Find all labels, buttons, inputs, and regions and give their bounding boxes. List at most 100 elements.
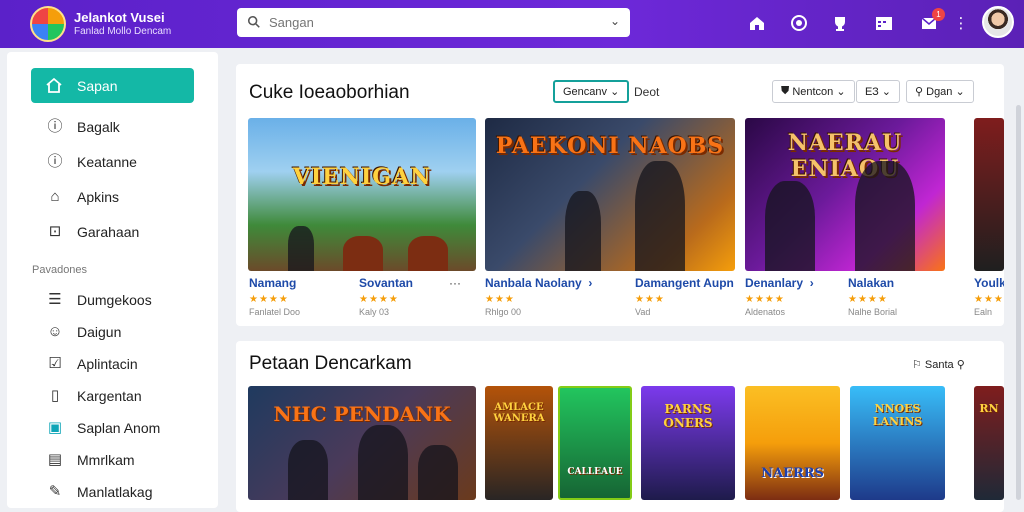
game-art-title: PAEKONI NAOBS bbox=[495, 133, 725, 160]
sidebar-item-2[interactable]: ⓘ Keatanne bbox=[31, 149, 206, 175]
game-art-title: NNOES LANINS bbox=[872, 401, 923, 428]
game-name[interactable]: Namang bbox=[249, 276, 300, 290]
game-subtitle: Aldenatos bbox=[745, 307, 786, 317]
bookmark-icon: ▯ bbox=[50, 387, 60, 404]
game-card-11[interactable]: RN bbox=[974, 386, 1004, 500]
more-dots[interactable]: ··· bbox=[449, 276, 461, 290]
chip-label: ЕЗ bbox=[865, 85, 879, 98]
game-name[interactable]: Nanbala Naolany › bbox=[485, 276, 592, 290]
section-title: Cuke Ioeaoborhian bbox=[249, 82, 410, 103]
game-card-1[interactable]: VIENIGAN bbox=[248, 118, 476, 271]
game-figure bbox=[358, 425, 408, 500]
info-icon: ⓘ bbox=[47, 118, 63, 135]
sort-label[interactable]: Deot bbox=[634, 85, 659, 99]
filter-chip-2[interactable]: ЕЗ ⌄ bbox=[856, 80, 901, 103]
filter-chip-3[interactable]: ⚲ Dgan ⌄ bbox=[906, 80, 974, 103]
game-card-3[interactable]: NAERAU ENIAOU bbox=[745, 118, 945, 271]
game-meta: Nanbala Naolany › ★★★ Rhlgo 00 bbox=[485, 276, 592, 317]
doc-icon: ▤ bbox=[47, 451, 63, 468]
sidebar-item-label: Saplan Anom bbox=[77, 420, 161, 436]
sidebar-section-label: Pavadones bbox=[32, 264, 88, 276]
game-art-title: NAERRS bbox=[761, 465, 824, 481]
search-icon bbox=[247, 15, 260, 28]
game-name[interactable]: Nalakan bbox=[848, 276, 897, 290]
filter-dropdown[interactable]: Gencanv ⌄ bbox=[553, 80, 630, 103]
page-scrollbar[interactable] bbox=[1016, 105, 1021, 500]
trophy-icon[interactable] bbox=[829, 12, 851, 34]
chip-label: Dgan bbox=[926, 85, 953, 98]
game-card-5[interactable]: NHC PENDANK bbox=[248, 386, 476, 500]
sidebar-item-6[interactable]: ☺ Daigun bbox=[31, 319, 206, 345]
search-dropdown-icon[interactable]: ⌄ bbox=[610, 14, 620, 28]
section-action-button[interactable]: ⚐ Santa ⚲ bbox=[904, 353, 973, 376]
game-figure bbox=[635, 161, 685, 271]
game-art-title: PARNS ONERS bbox=[663, 401, 713, 430]
sidebar-item-10[interactable]: ▤ Mmrlkam bbox=[31, 447, 206, 473]
avatar[interactable] bbox=[982, 6, 1014, 38]
calendar-icon[interactable] bbox=[873, 12, 895, 34]
brand-subtitle: Fanlad Mollo Dencam bbox=[74, 26, 172, 37]
section-title: Petaan Dencarkam bbox=[249, 353, 412, 374]
sidebar-item-3[interactable]: ⌂ Apkins bbox=[31, 184, 206, 210]
game-name[interactable]: Sovantan bbox=[359, 276, 413, 290]
game-figure bbox=[565, 191, 601, 271]
game-name[interactable]: Youlk bbox=[974, 276, 1004, 290]
game-card-2[interactable]: PAEKONI NAOBS bbox=[485, 118, 735, 271]
sidebar-item-1[interactable]: ⓘ Bagalk bbox=[31, 114, 206, 140]
game-figure bbox=[418, 445, 458, 500]
game-figure bbox=[343, 236, 383, 271]
game-card-9[interactable]: NAERRS bbox=[745, 386, 840, 500]
sidebar-item-7[interactable]: ☑ Aplintacin bbox=[31, 351, 206, 377]
sidebar-item-11[interactable]: ✎ Manlatlakag bbox=[31, 479, 206, 505]
chip-label: Nentcon bbox=[792, 85, 834, 98]
game-card-6[interactable]: AMLACE WANERA bbox=[485, 386, 553, 500]
sidebar-item-label: Mmrlkam bbox=[77, 452, 135, 468]
more-icon[interactable]: ⋮ bbox=[950, 12, 972, 34]
game-card-4[interactable] bbox=[974, 118, 1004, 271]
sidebar-item-4[interactable]: ⊡ Garahaan bbox=[31, 219, 206, 245]
rating-stars: ★★★★ bbox=[249, 294, 289, 305]
sidebar-item-label: Kargentan bbox=[77, 388, 142, 404]
app-logo[interactable] bbox=[30, 6, 66, 42]
gift-icon: ⊡ bbox=[48, 223, 62, 240]
notification-badge: 1 bbox=[932, 8, 945, 21]
list-icon: ☰ bbox=[48, 291, 62, 308]
shapes-icon: ⌂ bbox=[50, 188, 60, 205]
check-icon: ☑ bbox=[48, 355, 62, 372]
rating-stars: ★★★★ bbox=[745, 294, 785, 305]
game-subtitle: Vad bbox=[635, 307, 651, 317]
rating-stars: ★★★★ bbox=[359, 294, 399, 305]
game-art-title: NAERAU ENIAOU bbox=[787, 130, 903, 183]
game-card-7[interactable]: CALLEAUE bbox=[558, 386, 632, 500]
game-name[interactable]: Denanlary › bbox=[745, 276, 814, 290]
home-icon bbox=[46, 77, 62, 93]
sidebar-item-8[interactable]: ▯ Kargentan bbox=[31, 383, 206, 409]
recommended-panel: Petaan Dencarkam ⚐ Santa ⚲ NHC PENDANK A… bbox=[236, 341, 1004, 512]
sidebar-item-home[interactable]: Sapan bbox=[31, 68, 194, 103]
info-icon: ⓘ bbox=[47, 153, 63, 170]
sidebar-item-label: Apkins bbox=[77, 189, 120, 205]
sidebar: Sapan ⓘ Bagalk ⓘ Keatanne ⌂ Apkins ⊡ Gar… bbox=[7, 52, 218, 508]
game-art-title: NHC PENDANK bbox=[273, 401, 451, 426]
game-meta: Damangent Aupn ★★★ Vad bbox=[635, 276, 734, 317]
user-icon: ☺ bbox=[47, 323, 63, 340]
home-icon[interactable] bbox=[746, 12, 768, 34]
game-card-10[interactable]: NNOES LANINS bbox=[850, 386, 945, 500]
sidebar-item-label: Keatanne bbox=[77, 154, 137, 170]
game-figure bbox=[288, 226, 314, 271]
game-name[interactable]: Damangent Aupn bbox=[635, 276, 734, 290]
sidebar-item-label: Aplintacin bbox=[77, 356, 138, 372]
game-figure bbox=[408, 236, 448, 271]
game-card-8[interactable]: PARNS ONERS bbox=[641, 386, 735, 500]
target-icon[interactable] bbox=[788, 12, 810, 34]
search-input[interactable] bbox=[269, 12, 589, 33]
brand-title: Jelankot Vusei bbox=[74, 10, 165, 25]
sidebar-item-label: Sapan bbox=[77, 78, 118, 94]
calendar-icon: ▣ bbox=[47, 419, 63, 436]
sidebar-item-9[interactable]: ▣ Saplan Anom bbox=[31, 415, 206, 441]
sidebar-item-5[interactable]: ☰ Dumgekoos bbox=[31, 287, 206, 313]
search-bar[interactable]: ⌄ bbox=[237, 8, 630, 37]
game-subtitle: Ealn bbox=[974, 307, 993, 317]
game-figure bbox=[288, 440, 328, 500]
filter-chip-1[interactable]: ⛊ Nentcon ⌄ bbox=[772, 80, 855, 103]
